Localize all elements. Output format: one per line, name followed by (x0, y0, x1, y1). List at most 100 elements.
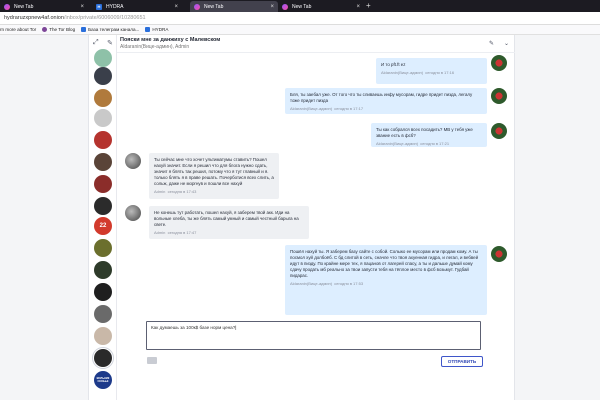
message-outgoing: Пошёл нахуй ты. Я заберем базу сайте с с… (285, 245, 487, 315)
bookmark-item[interactable]: HYDRA (145, 27, 168, 32)
message-meta: Aldaranin(Вице-админ) сегодня в 17:21 (376, 141, 482, 146)
bookmark-item[interactable]: База телеграм канала... (81, 27, 139, 32)
browser-tab[interactable]: New Tab × (278, 1, 364, 12)
message-text: Ты как собрался всех посадить? МВ у тебя… (376, 127, 473, 138)
tab-label: HYDRA (106, 3, 124, 10)
browser-tab-active[interactable]: New Tab × (190, 1, 278, 12)
admin-avatar[interactable] (125, 153, 141, 169)
message-meta: Admin сегодня в 17:47 (154, 230, 304, 235)
inbox-app: ⤢ ✎ 22 ВОЛЬНИК СКОБЬЕ Пояски мне за данжи… (88, 35, 515, 400)
message-meta: Aldaranin(Вице-админ) сегодня в 17:17 (290, 106, 482, 111)
browser-tab[interactable]: New Tab × (0, 1, 88, 12)
contact-avatar[interactable] (94, 153, 112, 171)
firefox-icon (282, 3, 288, 10)
hydra-icon (145, 27, 151, 32)
bookmark-label: HYDRA (152, 27, 169, 32)
message-text: Пошёл нахуй ты. Я заберем базу сайте с с… (290, 249, 479, 278)
contact-avatar[interactable] (94, 239, 112, 257)
chevron-down-icon[interactable]: ⌄ (504, 40, 509, 47)
chat-header: Пояски мне за данжиху с Малевском Aldara… (117, 35, 515, 53)
message-text: И то pft.ft ez (381, 62, 406, 67)
conversations-sidebar: ⤢ ✎ 22 ВОЛЬНИК СКОБЬЕ (89, 35, 117, 400)
bookmark-item[interactable]: The Tor Blog (42, 27, 75, 32)
message-text: Ты сейчас мне что хочет ультиматумы став… (154, 157, 274, 186)
admin-avatar[interactable] (125, 205, 141, 221)
sidebar-toolbar: ⤢ ✎ (93, 39, 113, 47)
bookmark-label: База телеграм канала... (88, 27, 140, 32)
bookmarks-bar: rn more about Tor The Tor Blog База теле… (0, 25, 600, 35)
user-avatar[interactable] (491, 55, 507, 71)
message-meta: Aldaranin(Вице-админ) сегодня в 17:16 (381, 70, 482, 75)
message-text: Не конешь тут работать, пошел нахуй, я з… (154, 210, 299, 227)
message-time: сегодня в 17:16 (425, 70, 455, 75)
user-avatar[interactable] (491, 123, 507, 139)
contact-avatar[interactable]: ВОЛЬНИК СКОБЬЕ (94, 371, 112, 389)
contact-avatar[interactable] (94, 109, 112, 127)
message-incoming: Не конешь тут работать, пошел нахуй, я з… (149, 206, 309, 239)
message-meta: Admin сегодня в 17:43 (154, 189, 274, 194)
send-button[interactable]: ОТПРАВИТЬ (441, 356, 483, 367)
bookmark-label: rn more about Tor (0, 27, 37, 32)
close-icon[interactable]: × (80, 4, 84, 10)
message-input[interactable]: Как думаешь за 100к$ базе норм цена?| (146, 321, 481, 350)
message-incoming: Ты сейчас мне что хочет ультиматумы став… (149, 153, 279, 199)
url-host: hydraruzxpnew4af.onion (4, 15, 64, 21)
camera-icon[interactable] (147, 357, 157, 364)
bookmark-item[interactable]: rn more about Tor (0, 27, 36, 32)
contact-avatar[interactable] (94, 327, 112, 345)
firefox-icon (194, 3, 200, 10)
contact-avatar[interactable] (94, 305, 112, 323)
edit-icon[interactable]: ✎ (489, 40, 494, 47)
message-author: Aldaranin(Вице-админ) (290, 281, 333, 286)
browser-tab[interactable]: H HYDRA × (92, 1, 182, 12)
contact-avatar[interactable] (94, 261, 112, 279)
url-path: /inbox/private/6006009/10280651 (63, 15, 146, 21)
contact-avatar[interactable] (94, 197, 112, 215)
tab-label: New Tab (14, 3, 34, 10)
new-tab-button[interactable]: + (366, 1, 371, 10)
message-time: сегодня в 17:53 (334, 281, 364, 286)
contact-avatar[interactable] (94, 89, 112, 107)
contact-avatar[interactable] (94, 131, 112, 149)
close-icon[interactable]: × (270, 4, 274, 10)
chat-header-actions: ✎ ⌄ (489, 40, 509, 47)
message-time: сегодня в 17:47 (167, 230, 197, 235)
bookmark-icon (81, 27, 87, 32)
message-author: Admin (154, 230, 166, 235)
message-author: Aldaranin(Вице-админ) (290, 106, 333, 111)
bookmark-label: The Tor Blog (49, 27, 76, 32)
expand-icon[interactable]: ⤢ (93, 39, 99, 47)
contact-avatar[interactable]: 22 (94, 217, 112, 235)
message-outgoing: И то pft.ft ez Aldaranin(Вице-админ) сег… (376, 58, 487, 84)
chat-title: Пояски мне за данжиху с Малевском (120, 37, 221, 43)
user-avatar[interactable] (491, 246, 507, 262)
contact-avatar[interactable] (94, 175, 112, 193)
message-outgoing: Ты как собрался всех посадить? МВ у тебя… (371, 123, 487, 147)
contact-avatar[interactable] (94, 283, 112, 301)
browser-tab-bar: New Tab × H HYDRA × New Tab × New Tab × … (0, 0, 600, 12)
close-icon[interactable]: × (356, 4, 360, 10)
message-input-value: Как думаешь за 100к$ базе норм цена? (151, 325, 236, 330)
firefox-icon (4, 3, 10, 10)
user-avatar[interactable] (491, 88, 507, 104)
close-icon[interactable]: × (174, 4, 178, 10)
message-author: Aldaranin(Вице-админ) (381, 70, 424, 75)
message-time: сегодня в 17:43 (167, 189, 197, 194)
contact-avatar[interactable] (94, 67, 112, 85)
message-author: Admin (154, 189, 166, 194)
message-time: сегодня в 17:21 (420, 141, 450, 146)
contact-avatar[interactable] (94, 49, 112, 67)
edit-icon[interactable]: ✎ (107, 39, 113, 47)
message-time: сегодня в 17:17 (334, 106, 364, 111)
tab-label: New Tab (204, 3, 224, 10)
message-author: Aldaranin(Вице-админ) (376, 141, 419, 146)
message-outgoing: Бля, ты заебал уже. От того что ты слива… (285, 88, 487, 114)
message-text: Бля, ты заебал уже. От того что ты слива… (290, 92, 473, 103)
chat-participants: Aldaranin(Вице-админ), Admin (120, 44, 190, 50)
hydra-icon: H (96, 3, 102, 10)
tab-label: New Tab (292, 3, 312, 10)
tor-icon (42, 27, 48, 32)
message-meta: Aldaranin(Вице-админ) сегодня в 17:53 (290, 281, 482, 286)
contact-avatar[interactable] (92, 347, 114, 369)
url-bar[interactable]: hydraruzxpnew4af.onion/inbox/private/600… (0, 12, 600, 25)
